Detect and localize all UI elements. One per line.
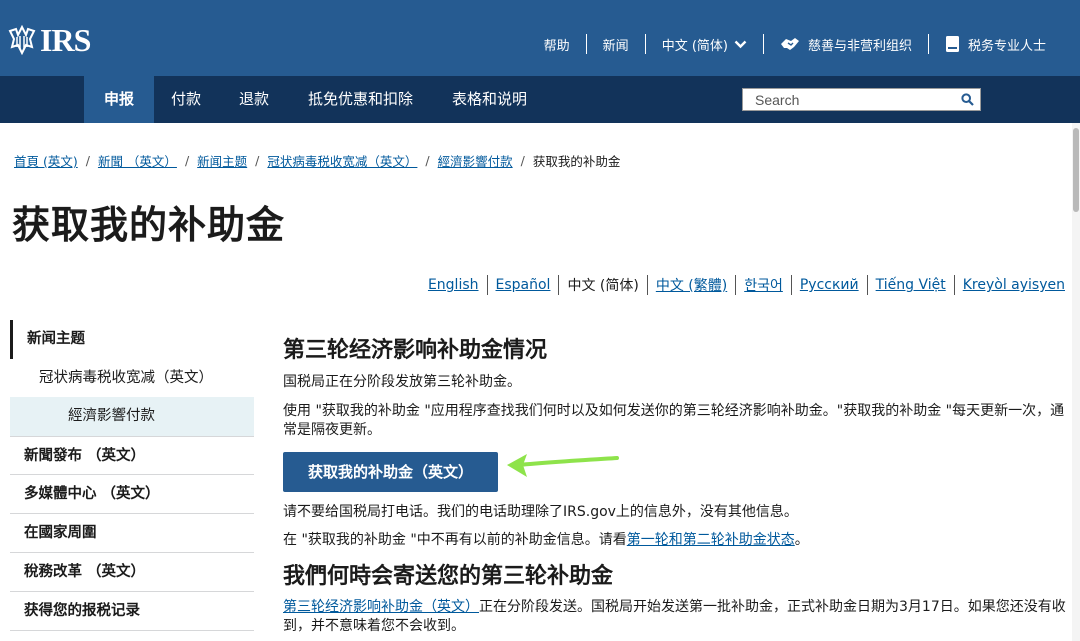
- divider: [585, 34, 587, 54]
- language-selector: English Español 中文 (简体) 中文 (繁體) 한국어 Русс…: [428, 275, 1065, 295]
- divider: [866, 275, 868, 295]
- lang-vietnamese[interactable]: Tiếng Việt: [876, 277, 946, 293]
- breadcrumb-separator: /: [425, 153, 430, 168]
- section-heading-when-sent: 我們何時会寄送您的第三轮补助金: [283, 564, 614, 589]
- lang-haitian-creole[interactable]: Kreyòl ayisyen: [963, 277, 1065, 293]
- divider: [486, 275, 488, 295]
- breadcrumb-current: 获取我的补助金: [532, 154, 621, 169]
- divider: [735, 275, 737, 295]
- paragraph-text: 在 "获取我的补助金 "中不再有以前的补助金信息。请看: [283, 532, 627, 548]
- sidebar-item-tax-reform[interactable]: 稅務改革 （英文）: [10, 553, 254, 592]
- nav-pay[interactable]: 付款: [151, 76, 221, 123]
- breadcrumb-news-topics[interactable]: 新闻主题: [197, 151, 247, 170]
- divider: [644, 34, 646, 54]
- eagle-icon: [8, 25, 36, 55]
- page-title: 获取我的补助金: [12, 203, 286, 247]
- section-heading-status: 第三轮经济影响补助金情况: [283, 338, 548, 363]
- third-payment-link[interactable]: 第三轮经济影响补助金（英文）: [283, 599, 479, 615]
- nav-credits-deductions[interactable]: 抵免优惠和扣除: [288, 76, 433, 123]
- sidebar-item-news-releases[interactable]: 新聞發布 （英文）: [10, 436, 254, 475]
- sidebar-nav: 新闻主题 冠状病毒税收宽减（英文） 經濟影響付款 新聞發布 （英文） 多媒體中心…: [10, 320, 254, 631]
- paragraph-text: 。: [794, 532, 809, 548]
- breadcrumb-separator: /: [255, 153, 260, 168]
- paragraph: 第三轮经济影响补助金（英文）正在分阶段发送。国税局开始发送第一批补助金，正式补助…: [283, 598, 1068, 636]
- divider: [646, 275, 648, 295]
- tax-pros-link[interactable]: 税务专业人士: [945, 35, 1046, 54]
- paragraph: 在 "获取我的补助金 "中不再有以前的补助金信息。请看第一轮和第二轮补助金状态。: [283, 531, 1068, 550]
- sidebar-item-coronavirus-relief[interactable]: 冠状病毒税收宽减（英文）: [10, 359, 254, 397]
- main-content: 第三轮经济影响补助金情况 国税局正在分阶段发放第三轮补助金。 使用 "获取我的补…: [283, 334, 1068, 636]
- charities-link[interactable]: 慈善与非营利组织: [780, 35, 912, 54]
- nav-refunds[interactable]: 退款: [219, 76, 289, 123]
- nav-file[interactable]: 申报: [84, 76, 155, 123]
- lang-english[interactable]: English: [428, 277, 479, 293]
- annotation-arrow-icon: [507, 454, 619, 477]
- breadcrumb-separator: /: [520, 153, 525, 168]
- breadcrumb-coronavirus-relief[interactable]: 冠状病毒税收宽减（英文）: [267, 151, 417, 170]
- logo-text: IRS: [40, 22, 91, 58]
- divider: [558, 275, 560, 295]
- scrollbar-thumb[interactable]: [1073, 128, 1079, 212]
- search-box: [742, 88, 981, 111]
- irs-logo[interactable]: IRS: [8, 22, 91, 58]
- tax-pros-label: 税务专业人士: [967, 38, 1046, 54]
- search-input[interactable]: [743, 89, 954, 110]
- paragraph: 国税局正在分阶段发放第三轮补助金。: [283, 374, 521, 390]
- language-dropdown[interactable]: 中文 (简体): [662, 35, 747, 54]
- help-link[interactable]: 帮助: [544, 35, 570, 54]
- breadcrumb-separator: /: [184, 153, 190, 168]
- search-icon: [960, 93, 974, 106]
- divider: [790, 275, 792, 295]
- sidebar-item-multimedia[interactable]: 多媒體中心 （英文）: [10, 475, 254, 514]
- lang-spanish[interactable]: Español: [496, 277, 551, 293]
- sidebar-item-tax-records[interactable]: 获得您的报税记录: [10, 592, 254, 631]
- sidebar-item-news-topics[interactable]: 新闻主题: [10, 320, 254, 359]
- breadcrumb-home[interactable]: 首頁 (英文): [14, 151, 78, 170]
- news-link[interactable]: 新闻: [603, 35, 629, 54]
- breadcrumb-news[interactable]: 新聞 （英文）: [98, 151, 177, 170]
- divider: [762, 34, 764, 54]
- nav-forms-instructions[interactable]: 表格和说明: [432, 76, 547, 123]
- paragraph: 请不要给国税局打电话。我们的电话助理除了IRS.gov上的信息外，没有其他信息。: [283, 504, 798, 520]
- search-button[interactable]: [954, 89, 980, 110]
- lang-chinese-traditional[interactable]: 中文 (繁體): [656, 275, 727, 295]
- lang-russian[interactable]: Русский: [800, 277, 859, 293]
- breadcrumb-separator: /: [85, 153, 90, 168]
- top-header: IRS 帮助 新闻 中文 (简体) 慈善与非营利组织 税务专业人士: [0, 0, 1080, 76]
- first-second-payment-status-link[interactable]: 第一轮和第二轮补助金状态: [627, 532, 795, 548]
- book-icon: [945, 36, 959, 52]
- handshake-icon: [780, 38, 799, 50]
- breadcrumb: 首頁 (英文) / 新聞 （英文） / 新闻主题 / 冠状病毒税收宽减（英文） …: [14, 151, 620, 170]
- utility-links: 帮助 新闻 中文 (简体) 慈善与非营利组织 税务专业人士: [544, 34, 1046, 54]
- divider: [927, 34, 929, 54]
- lang-chinese-simplified-current: 中文 (简体): [567, 278, 639, 294]
- divider: [953, 275, 955, 295]
- sidebar-item-economic-impact[interactable]: 經濟影響付款: [10, 397, 254, 436]
- language-dropdown-label: 中文 (简体): [661, 38, 728, 54]
- charities-label: 慈善与非营利组织: [807, 38, 912, 54]
- sidebar-item-around-nation[interactable]: 在國家周圍: [10, 514, 254, 553]
- chevron-down-icon: [734, 40, 747, 48]
- lang-korean[interactable]: 한국어: [744, 275, 783, 295]
- get-my-payment-button[interactable]: 获取我的补助金（英文）: [283, 452, 498, 492]
- breadcrumb-economic-impact[interactable]: 經濟影響付款: [438, 151, 513, 170]
- paragraph: 使用 "获取我的补助金 "应用程序查找我们何时以及如何发送你的第三轮经济影响补助…: [283, 403, 1065, 438]
